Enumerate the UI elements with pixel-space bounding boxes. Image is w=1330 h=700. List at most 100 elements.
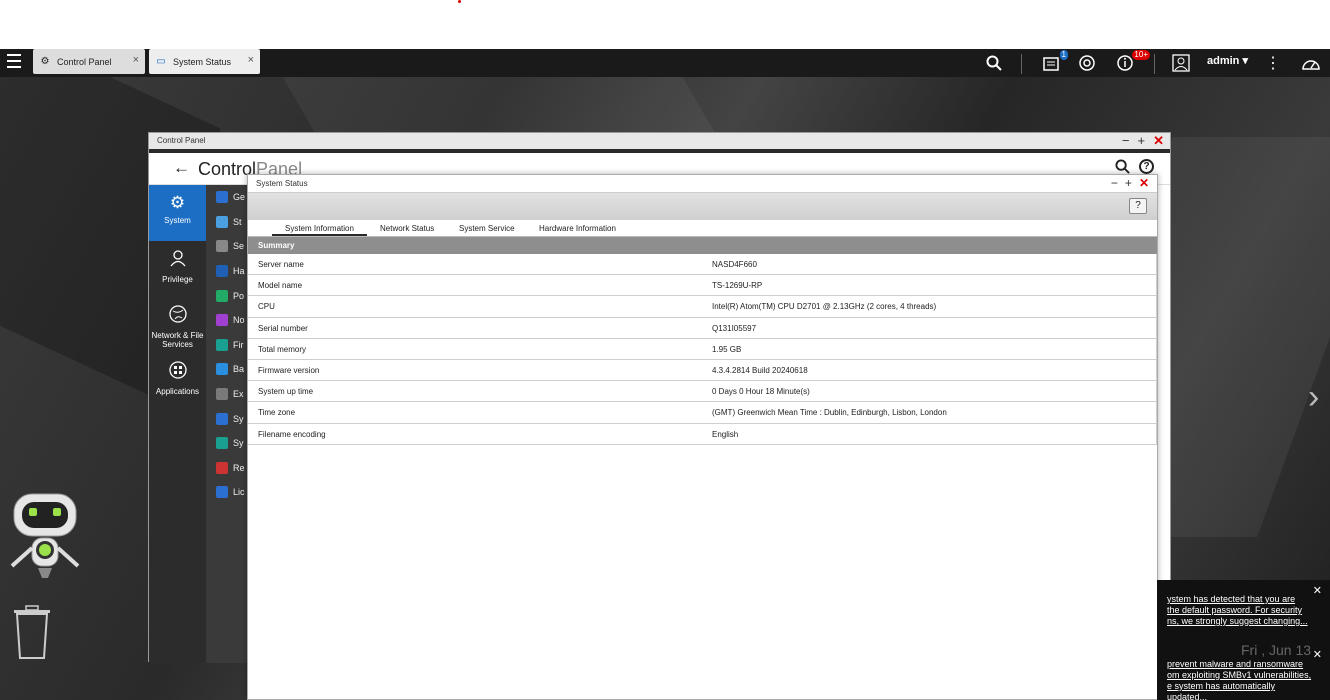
row-value: Q131I05597	[712, 323, 757, 333]
user-menu[interactable]: admin ▾	[1207, 54, 1248, 67]
help-icon[interactable]: ?	[1139, 159, 1154, 174]
minimize-icon[interactable]: −	[1111, 175, 1118, 192]
app-icon	[216, 412, 228, 425]
row-key: Serial number	[258, 323, 308, 333]
row-key: Firmware version	[258, 365, 320, 375]
minimize-icon[interactable]: −	[1122, 133, 1130, 149]
cp-list-label: Sy	[233, 438, 244, 449]
tasks-badge: 1	[1059, 50, 1068, 60]
red-dot	[458, 0, 461, 3]
row-key: Filename encoding	[258, 429, 326, 439]
cp-list-label: St	[233, 216, 242, 227]
cp-list-label: Re	[233, 462, 245, 473]
row-value: TS-1269U-RP	[712, 281, 763, 291]
back-arrow-icon[interactable]: ←	[173, 158, 190, 178]
row-value: NASD4F660	[712, 260, 757, 269]
table-row: Filename encoding English	[248, 424, 1156, 445]
tab-system-status[interactable]: ▭ System Status ×	[149, 49, 260, 74]
tab-network-status[interactable]: Network Status	[377, 224, 437, 233]
trash-icon[interactable]	[12, 604, 52, 660]
next-page-arrow-icon[interactable]: ›	[1308, 380, 1319, 414]
notification-line: ns, we strongly suggest changing...	[1167, 616, 1308, 626]
close-icon[interactable]: ×	[248, 54, 254, 66]
top-browser-area	[0, 0, 1330, 49]
user-icon	[149, 249, 206, 272]
app-icon	[216, 338, 228, 351]
cp-list-label: Sy	[233, 413, 244, 424]
table-row: Server name NASD4F660	[248, 254, 1156, 276]
dashboard-icon[interactable]	[1300, 52, 1322, 74]
summary-header: Summary	[248, 237, 1157, 254]
close-icon[interactable]: ✕	[1139, 175, 1149, 192]
globe-icon	[149, 305, 206, 328]
cp-list-label: Fir	[233, 339, 244, 350]
system-status-titlebar[interactable]: System Status − + ✕	[248, 175, 1157, 193]
app-icon	[216, 265, 228, 278]
gear-icon: ⚙	[40, 56, 50, 67]
tab-control-panel[interactable]: ⚙ Control Panel ×	[33, 49, 145, 74]
row-key: CPU	[258, 302, 275, 312]
maximize-icon[interactable]: +	[1125, 175, 1132, 192]
control-panel-titlebar[interactable]: Control Panel − + ✕	[149, 133, 1170, 149]
notification-line: e system has automatically updated...	[1167, 681, 1276, 700]
control-panel-sidebar: ⚙ System Privilege Network & File Servic…	[149, 185, 206, 663]
app-icon	[216, 314, 228, 327]
taskbar: ⚙ Control Panel × ▭ System Status × 1 10…	[0, 49, 1330, 77]
cp-list-label: Po	[233, 290, 245, 301]
monitor-icon: ▭	[156, 56, 166, 67]
tab-system-information[interactable]: System Information	[272, 224, 367, 236]
row-value: 1.95 GB	[712, 344, 742, 354]
nav-privilege[interactable]: Privilege	[149, 241, 206, 297]
row-value: 0 Days 0 Hour 18 Minute(s)	[712, 387, 810, 397]
robot-mascot-icon[interactable]	[8, 492, 82, 582]
sync-icon[interactable]	[1076, 52, 1098, 74]
app-icon	[216, 363, 228, 376]
nav-network-file-services[interactable]: Network & File Services	[149, 297, 206, 353]
avatar-icon[interactable]	[1170, 52, 1192, 74]
nav-system[interactable]: ⚙ System	[149, 185, 206, 241]
table-row: Serial number Q131I05597	[248, 318, 1156, 339]
gear-icon: ⚙	[169, 193, 186, 212]
search-icon[interactable]	[983, 52, 1005, 74]
nav-label: Applications	[155, 387, 200, 396]
table-row: Time zone (GMT) Greenwich Mean Time : Dub…	[248, 402, 1156, 424]
table-row: System up time 0 Days 0 Hour 18 Minute(s)	[248, 381, 1156, 403]
notification-message[interactable]: ystem has detected that you are the defa…	[1157, 594, 1322, 627]
app-icon	[216, 191, 228, 204]
more-vertical-icon[interactable]: ⋮	[1262, 52, 1284, 74]
row-value: Intel(R) Atom(TM) CPU D2701 @ 2.13GHz (2…	[712, 302, 937, 312]
app-icon	[216, 388, 228, 401]
notification-line: ystem has detected that you are	[1167, 594, 1296, 604]
nav-label: System	[164, 216, 191, 225]
row-key: Server name	[258, 260, 304, 269]
close-icon[interactable]: ✕	[1153, 133, 1164, 149]
cp-list-label: Ha	[233, 266, 245, 277]
nav-label: Privilege	[162, 275, 193, 284]
row-value: English	[712, 429, 739, 439]
help-button[interactable]: ?	[1129, 198, 1147, 214]
toolbar: ?	[248, 192, 1157, 220]
notification-panel: ✕ ystem has detected that you are the de…	[1157, 580, 1330, 700]
row-value: (GMT) Greenwich Mean Time : Dublin, Edin…	[712, 408, 947, 418]
app-icon	[216, 486, 228, 499]
grid-icon	[149, 361, 206, 384]
info-icon[interactable]: 10+	[1114, 50, 1150, 74]
table-row: Total memory 1.95 GB	[248, 339, 1156, 360]
maximize-icon[interactable]: +	[1138, 133, 1146, 149]
row-key: System up time	[258, 387, 314, 397]
nav-applications[interactable]: Applications	[149, 353, 206, 409]
notification-message[interactable]: prevent malware and ransomware om exploi…	[1157, 659, 1330, 700]
close-icon[interactable]: ×	[133, 54, 139, 66]
cp-list-label: No	[233, 315, 245, 326]
table-row: Model name TS-1269U-RP	[248, 275, 1156, 297]
cp-list-label: Lic	[233, 487, 245, 498]
app-icon	[216, 240, 228, 253]
tab-system-service[interactable]: System Service	[456, 224, 518, 233]
notification-badge: 10+	[1132, 50, 1150, 60]
menu-icon[interactable]	[7, 54, 21, 68]
tab-hardware-information[interactable]: Hardware Information	[536, 224, 619, 233]
app-icon	[216, 437, 228, 450]
row-key: Total memory	[258, 344, 307, 354]
tasks-icon[interactable]: 1	[1040, 50, 1068, 74]
username: admin	[1207, 55, 1240, 67]
